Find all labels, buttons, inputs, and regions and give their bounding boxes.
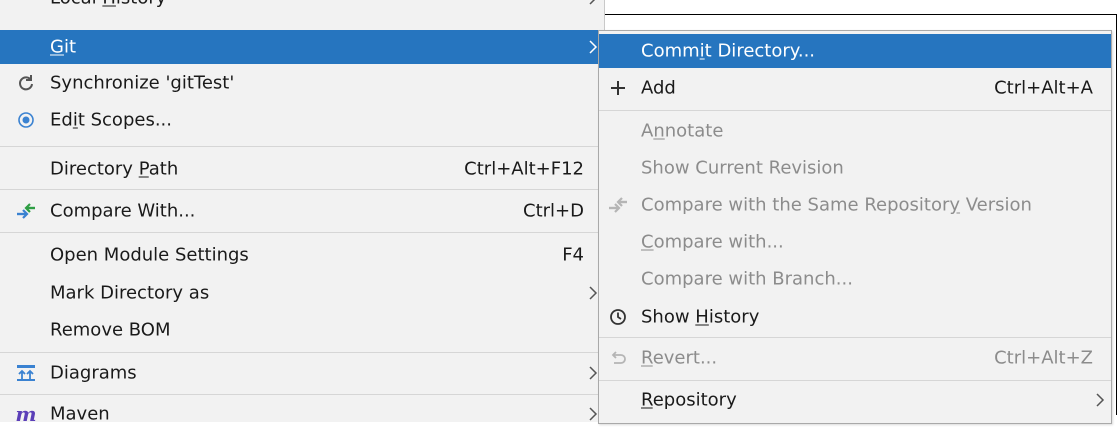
menu-item-label: Compare with Branch... <box>641 268 853 290</box>
submenu-arrow-icon <box>589 286 598 300</box>
menu-item-compare-with-branch[interactable]: Compare with Branch... <box>599 260 1111 298</box>
menu-item-diagrams[interactable]: Diagrams <box>0 354 604 392</box>
menu-item-label: Repository <box>641 389 737 411</box>
menu-item-revert[interactable]: Revert... Ctrl+Alt+Z <box>599 339 1111 377</box>
scope-icon <box>14 102 38 138</box>
menu-item-shortcut: Ctrl+Alt+Z <box>994 347 1093 369</box>
compare-arrows-icon <box>606 186 630 224</box>
menu-item-edit-scopes[interactable]: Edit Scopes... <box>0 102 604 138</box>
menu-item-label: Compare With... <box>50 200 196 222</box>
menu-item-repository[interactable]: Repository <box>599 381 1111 419</box>
frame-line-top <box>598 14 1117 15</box>
project-context-menu: Local History Git Synchronize 'gitTest' … <box>0 0 605 426</box>
menu-item-shortcut: F4 <box>562 244 584 266</box>
menu-item-label: Remove BOM <box>50 319 171 341</box>
submenu-arrow-icon <box>589 0 596 5</box>
menu-item-maven[interactable]: m Maven <box>0 395 604 433</box>
submenu-arrow-icon <box>589 407 598 421</box>
menu-item-label: Compare with the Same Repository Version <box>641 194 1032 216</box>
menu-item-label: Show Current Revision <box>641 157 844 179</box>
menu-item-open-module-settings[interactable]: Open Module Settings F4 <box>0 236 604 274</box>
menu-item-git[interactable]: Git <box>0 30 604 64</box>
menu-item-label: Git <box>50 36 77 58</box>
menu-separator <box>0 352 604 353</box>
menu-item-label: Compare with... <box>641 231 784 253</box>
menu-separator <box>0 189 604 190</box>
menu-item-label: Synchronize 'gitTest' <box>50 72 235 94</box>
menu-item-label: Local History <box>50 0 166 9</box>
menu-item-annotate[interactable]: Annotate <box>599 112 1111 150</box>
menu-separator <box>599 110 1111 111</box>
menu-item-compare-same-repo-version[interactable]: Compare with the Same Repository Version <box>599 186 1111 224</box>
menu-item-label: Annotate <box>641 120 724 142</box>
menu-separator <box>0 146 604 147</box>
menu-item-synchronize[interactable]: Synchronize 'gitTest' <box>0 64 604 102</box>
menu-item-compare-with[interactable]: Compare With... Ctrl+D <box>0 192 604 230</box>
menu-item-label: Diagrams <box>50 362 137 384</box>
plus-icon <box>606 69 630 107</box>
menu-item-shortcut: Ctrl+Alt+F12 <box>464 158 584 180</box>
menu-item-compare-with[interactable]: Compare with... <box>599 224 1111 260</box>
menu-item-add[interactable]: Add Ctrl+Alt+A <box>599 69 1111 107</box>
menu-item-label: Directory Path <box>50 158 179 180</box>
revert-icon <box>606 339 630 377</box>
menu-item-shortcut: Ctrl+Alt+A <box>994 77 1093 99</box>
menu-item-label: Open Module Settings <box>50 244 249 266</box>
git-submenu: Commit Directory... Add Ctrl+Alt+A Annot… <box>598 30 1112 424</box>
menu-item-label: Mark Directory as <box>50 282 210 304</box>
menu-separator <box>0 232 604 233</box>
menu-item-label: Revert... <box>641 347 718 369</box>
submenu-arrow-icon <box>589 40 598 54</box>
menu-item-show-history[interactable]: Show History <box>599 298 1111 336</box>
menu-item-shortcut: Ctrl+D <box>523 200 584 222</box>
submenu-arrow-icon <box>589 366 598 380</box>
diagram-icon <box>14 354 38 392</box>
menu-separator <box>599 337 1111 338</box>
menu-item-local-history[interactable]: Local History <box>0 0 604 14</box>
menu-item-label: Add <box>641 77 676 99</box>
maven-icon: m <box>15 402 37 426</box>
menu-item-commit-directory[interactable]: Commit Directory... <box>599 34 1111 68</box>
compare-arrows-icon <box>14 192 38 230</box>
menu-item-directory-path[interactable]: Directory Path Ctrl+Alt+F12 <box>0 151 604 187</box>
synchronize-icon <box>14 64 38 102</box>
menu-item-label: Maven <box>50 403 110 425</box>
menu-item-label: Edit Scopes... <box>50 109 172 131</box>
submenu-arrow-icon <box>1096 393 1105 407</box>
menu-item-show-current-revision[interactable]: Show Current Revision <box>599 150 1111 186</box>
menu-item-remove-bom[interactable]: Remove BOM <box>0 312 604 348</box>
menu-item-label: Commit Directory... <box>641 40 816 62</box>
clock-icon <box>606 298 630 336</box>
menu-item-label: Show History <box>641 306 760 328</box>
menu-item-mark-directory-as[interactable]: Mark Directory as <box>0 274 604 312</box>
